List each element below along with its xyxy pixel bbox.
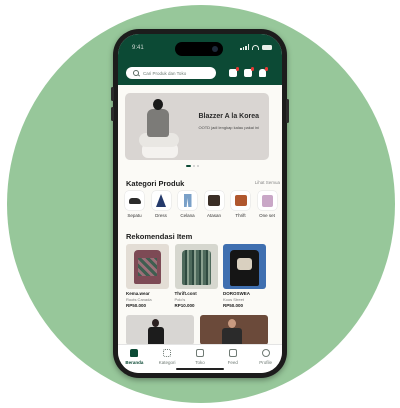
nav-item-beranda[interactable]: Beranda — [120, 349, 148, 373]
nav-label: Profile — [259, 360, 272, 365]
search-bar[interactable]: Cari Produk dan Toko — [126, 67, 216, 79]
shoe-icon — [128, 197, 141, 204]
product-brand: DOROSWEA — [223, 291, 250, 296]
banner-subtitle: OOTD jadi lengkap kalau pakai ini — [198, 125, 259, 130]
set-icon — [261, 194, 273, 207]
power-button — [286, 99, 289, 123]
product-price: RP10.000 — [174, 303, 195, 308]
category-item[interactable]: Sepatu — [124, 191, 145, 218]
cart-badge — [250, 67, 254, 71]
profile-icon — [261, 349, 270, 357]
category-item[interactable]: Thrift — [230, 191, 251, 218]
phone-frame: 9:41 Cari Produk dan Toko Blazzer A la K… — [111, 29, 289, 378]
thrift-icon — [234, 195, 247, 206]
camera-icon — [212, 46, 218, 52]
pagination-dot[interactable] — [197, 165, 199, 167]
home-icon — [130, 349, 139, 357]
chat-badge — [235, 67, 239, 71]
product-brand: Thrift.cont — [174, 291, 197, 296]
search-placeholder: Cari Produk dan Toko — [143, 70, 187, 76]
nav-label: Toko — [195, 360, 205, 365]
nav-label: Feed — [227, 360, 238, 365]
grid-icon — [163, 349, 172, 357]
see-all-link[interactable]: Lihat Semua — [255, 180, 280, 185]
product-location: Roots Canada — [126, 297, 152, 302]
volume-down-button — [111, 107, 114, 121]
category-label: Sepatu — [127, 213, 142, 218]
top-bar: 9:41 Cari Produk dan Toko — [118, 34, 282, 85]
status-icons — [240, 44, 272, 50]
product-image-partial[interactable] — [126, 315, 194, 345]
category-item[interactable]: Atasan — [204, 191, 225, 218]
product-image — [223, 244, 266, 289]
nav-item-profile[interactable]: Profile — [252, 349, 280, 373]
banner-model-image — [139, 99, 181, 160]
category-item[interactable]: One set — [257, 191, 278, 218]
product-brand: Kema.wear — [126, 291, 150, 296]
category-item[interactable]: Celana — [177, 191, 198, 218]
battery-icon — [262, 44, 272, 50]
store-icon — [195, 349, 204, 357]
product-card[interactable]: DOROSWEA Koos Street RP50.000 — [223, 244, 266, 308]
dress-icon — [156, 194, 166, 207]
bell-icon[interactable] — [259, 67, 268, 77]
category-label: Thrift — [235, 213, 246, 218]
category-label: Atasan — [206, 213, 221, 218]
home-indicator — [176, 368, 224, 370]
product-location: Polo's — [174, 297, 186, 302]
status-time: 9:41 — [132, 45, 144, 51]
pagination-dot[interactable] — [193, 165, 195, 167]
category-label: Celana — [180, 213, 195, 218]
product-card[interactable]: Thrift.cont Polo's RP10.000 — [174, 244, 218, 308]
jacket-icon — [208, 195, 220, 206]
search-icon — [133, 70, 139, 76]
category-label: Dress — [155, 213, 167, 218]
product-image — [174, 244, 218, 289]
bell-badge — [264, 67, 268, 71]
recommendations-title: Rekomendasi Item — [126, 232, 193, 241]
product-price: RP50.000 — [126, 303, 147, 308]
app-screen: 9:41 Cari Produk dan Toko Blazzer A la K… — [118, 34, 282, 373]
product-card[interactable]: Kema.wear Roots Canada RP50.000 — [126, 244, 169, 308]
product-location: Koos Street — [223, 297, 244, 302]
category-list: Sepatu Dress Celana Atasan Thrift One se… — [124, 191, 282, 218]
signal-icon — [240, 44, 249, 50]
banner-title: Blazzer A la Korea — [198, 113, 259, 120]
nav-label: Kategori — [158, 360, 176, 365]
product-price: RP50.000 — [223, 303, 244, 308]
cart-icon[interactable] — [244, 67, 254, 77]
pants-icon — [183, 194, 192, 207]
promo-banner[interactable]: Blazzer A la Korea OOTD jadi lengkap kal… — [125, 93, 269, 160]
volume-up-button — [111, 87, 114, 101]
categories-title: Kategori Produk — [126, 179, 185, 188]
product-list: Kema.wear Roots Canada RP50.000 Thrift.c… — [126, 244, 266, 308]
chat-icon[interactable] — [229, 67, 239, 77]
category-label: One set — [259, 213, 275, 218]
nav-label: Beranda — [125, 360, 144, 365]
wifi-icon — [252, 44, 259, 50]
category-item[interactable]: Dress — [151, 191, 172, 218]
product-image-partial[interactable] — [200, 315, 268, 345]
feed-icon — [228, 349, 237, 357]
dynamic-island — [175, 42, 223, 56]
pagination-dot[interactable] — [186, 165, 191, 167]
banner-pagination — [186, 165, 199, 167]
product-image — [126, 244, 169, 289]
